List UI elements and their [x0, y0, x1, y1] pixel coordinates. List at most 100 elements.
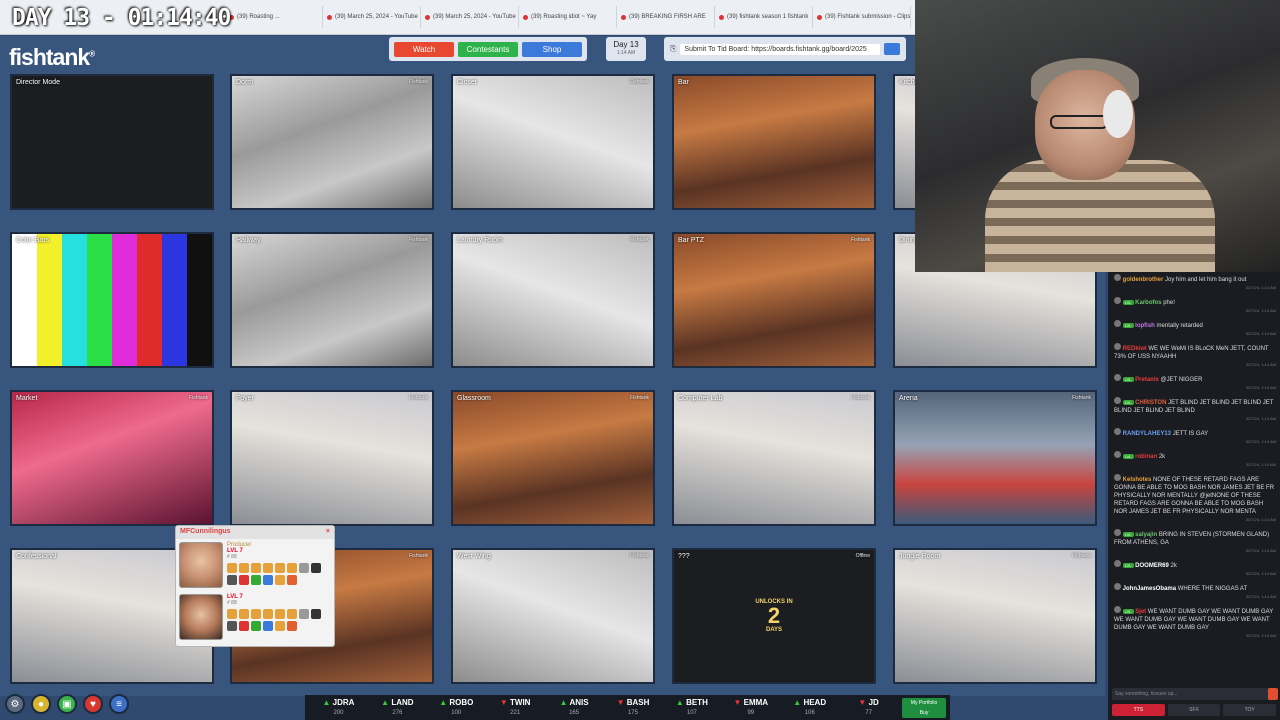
- camera-tile[interactable]: UNLOCKS IN 2 DAYS??? Offline: [672, 548, 876, 684]
- avatar[interactable]: [1114, 529, 1121, 536]
- popup-entry[interactable]: Producer LVL 7 # 88: [176, 539, 334, 591]
- camera-tile[interactable]: Computer Lab Fishtank: [672, 390, 876, 526]
- gear-icon[interactable]: ⚙: [5, 694, 25, 714]
- chat-username[interactable]: Pretanix: [1135, 377, 1159, 383]
- browser-tab[interactable]: (39) March 25, 2024 - YouTube: [421, 6, 519, 28]
- ticker-item[interactable]: ▲ ANIS 165: [545, 698, 604, 718]
- camera-tile[interactable]: Jungle Room Fishtank: [893, 548, 1097, 684]
- portfolio-button[interactable]: My Portfolio Buy: [902, 697, 947, 718]
- camera-tile[interactable]: Dorm Fishtank: [230, 74, 434, 210]
- camera-tile[interactable]: Market Fishtank: [10, 390, 214, 526]
- camera-tile[interactable]: Director Mode: [10, 74, 214, 210]
- send-icon[interactable]: [1268, 688, 1278, 700]
- action-icon[interactable]: [263, 621, 273, 631]
- avatar[interactable]: [1114, 606, 1121, 613]
- action-icon[interactable]: [275, 563, 285, 573]
- chat-username[interactable]: DOOMER69: [1135, 563, 1169, 569]
- fishtank-logo[interactable]: fishtank®: [9, 44, 95, 71]
- camera-tile[interactable]: Arena Fishtank: [893, 390, 1097, 526]
- action-icon[interactable]: [275, 609, 285, 619]
- action-icon[interactable]: [239, 621, 249, 631]
- action-icon[interactable]: [263, 609, 273, 619]
- camera-tile[interactable]: Bar: [672, 74, 876, 210]
- camera-tile[interactable]: Laundry Room Fishtank: [451, 232, 655, 368]
- ticker-item[interactable]: ▲ HEAD 106: [780, 698, 839, 718]
- avatar[interactable]: [1114, 397, 1121, 404]
- camera-tile[interactable]: Foyer Fishtank: [230, 390, 434, 526]
- chat-username[interactable]: Karbofos: [1135, 300, 1161, 306]
- contestants-button[interactable]: Contestants: [458, 41, 518, 57]
- bag-icon[interactable]: ▣: [57, 694, 77, 714]
- camera-tile[interactable]: Closet Fishtank: [451, 74, 655, 210]
- avatar[interactable]: [1114, 274, 1121, 281]
- avatar[interactable]: [1114, 583, 1121, 590]
- ticker-item[interactable]: ▼ BASH 175: [604, 698, 663, 718]
- chat-username[interactable]: lopfish: [1135, 323, 1155, 329]
- submit-board-text[interactable]: Submit To Tid Board: https://boards.fish…: [680, 43, 880, 55]
- camera-tile[interactable]: Bar PTZ Fishtank: [672, 232, 876, 368]
- contestant-avatar[interactable]: [179, 542, 223, 588]
- chat-username[interactable]: CHRISTON: [1135, 400, 1166, 406]
- chat-username[interactable]: Sjet: [1135, 609, 1146, 615]
- browser-tab[interactable]: (39) fishtank season 1 fishtank: [715, 6, 813, 28]
- submit-board-bar[interactable]: ⎘ Submit To Tid Board: https://boards.fi…: [664, 37, 906, 61]
- ticker-item[interactable]: ▲ LAND 276: [368, 698, 427, 718]
- avatar[interactable]: [1114, 451, 1121, 458]
- submit-button[interactable]: [884, 43, 900, 55]
- ticker-item[interactable]: ▼ EMMA 99: [721, 698, 780, 718]
- chat-username[interactable]: JohnJamesObama: [1123, 586, 1176, 592]
- camera-tile[interactable]: Color Bars: [10, 232, 214, 368]
- action-icon[interactable]: [251, 621, 261, 631]
- coin-icon[interactable]: ●: [31, 694, 51, 714]
- action-icon[interactable]: [311, 563, 321, 573]
- action-icon[interactable]: [287, 563, 297, 573]
- browser-tab[interactable]: (39) Fishtank submission - Clips: [813, 6, 911, 28]
- action-icon[interactable]: [251, 609, 261, 619]
- ticker-item[interactable]: ▼ JD 77: [839, 698, 898, 718]
- watch-button[interactable]: Watch: [394, 41, 454, 57]
- chat-username[interactable]: robinan: [1135, 454, 1157, 460]
- action-icon[interactable]: [227, 609, 237, 619]
- action-icon[interactable]: [251, 575, 261, 585]
- chat-input[interactable]: Say something, tissues up...: [1112, 688, 1274, 700]
- popup-close-button[interactable]: ×: [326, 528, 330, 537]
- action-icon[interactable]: [251, 563, 261, 573]
- contestant-avatar[interactable]: [179, 594, 223, 640]
- ticker-item[interactable]: ▲ JDRA 200: [309, 698, 368, 718]
- camera-tile[interactable]: Hallway Fishtank: [230, 232, 434, 368]
- sfx-button[interactable]: SFX: [1167, 704, 1221, 716]
- avatar[interactable]: [1114, 428, 1121, 435]
- action-icon[interactable]: [227, 575, 237, 585]
- action-icon[interactable]: [299, 563, 309, 573]
- action-icon[interactable]: [239, 563, 249, 573]
- ticker-item[interactable]: ▲ BETH 107: [662, 698, 721, 718]
- action-icon[interactable]: [263, 563, 273, 573]
- browser-tab[interactable]: (39) BREAKING FIRSH ARE: [617, 6, 715, 28]
- action-icon[interactable]: [227, 563, 237, 573]
- browser-tab[interactable]: (39) Roasting ...: [225, 6, 323, 28]
- camera-tile[interactable]: West Wing Fishtank: [451, 548, 655, 684]
- toy-button[interactable]: TOY: [1223, 704, 1277, 716]
- action-icon[interactable]: [287, 575, 297, 585]
- ticker-item[interactable]: ▼ TWIN 221: [486, 698, 545, 718]
- avatar[interactable]: [1114, 474, 1121, 481]
- heart-icon[interactable]: ♥: [83, 694, 103, 714]
- action-icon[interactable]: [275, 575, 285, 585]
- chat-username[interactable]: salyajin: [1135, 532, 1157, 538]
- ticker-item[interactable]: ▲ ROBO 100: [427, 698, 486, 718]
- action-icon[interactable]: [275, 621, 285, 631]
- action-icon[interactable]: [311, 609, 321, 619]
- action-icon[interactable]: [299, 609, 309, 619]
- camera-tile[interactable]: Glassroom Fishtank: [451, 390, 655, 526]
- chat-username[interactable]: goldenbrother: [1123, 277, 1164, 283]
- avatar[interactable]: [1114, 320, 1121, 327]
- menu-icon[interactable]: ≡: [109, 694, 129, 714]
- action-icon[interactable]: [287, 609, 297, 619]
- avatar[interactable]: [1114, 343, 1121, 350]
- popup-entry[interactable]: LVL 7 # 88: [176, 591, 334, 643]
- action-icon[interactable]: [287, 621, 297, 631]
- tts-button[interactable]: TTS: [1112, 704, 1165, 716]
- avatar[interactable]: [1114, 297, 1121, 304]
- chat-username[interactable]: Kelshotes: [1123, 477, 1152, 483]
- action-icon[interactable]: [227, 621, 237, 631]
